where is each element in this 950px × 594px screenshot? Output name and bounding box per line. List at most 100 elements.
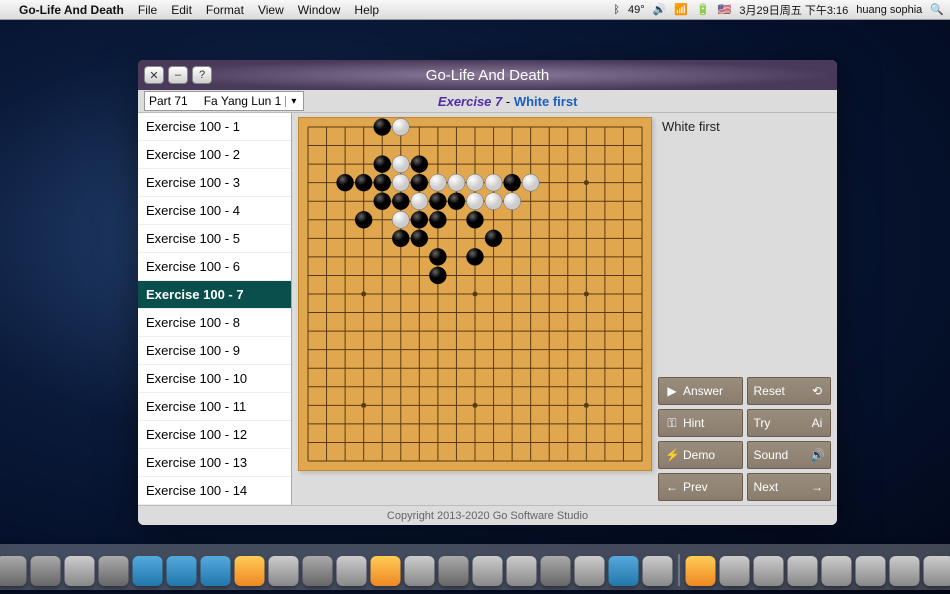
try-button[interactable]: TryAi — [747, 409, 832, 437]
menu-format[interactable]: Format — [199, 3, 251, 17]
dock-safari-icon[interactable] — [167, 556, 197, 586]
dock-app-icon[interactable] — [473, 556, 503, 586]
dock-app-icon[interactable] — [439, 556, 469, 586]
exercise-headline: Exercise 7 - White first — [308, 94, 707, 109]
dock-app-icon[interactable] — [371, 556, 401, 586]
exercise-item[interactable]: Exercise 100 - 4 — [138, 197, 291, 225]
status-wifi-icon[interactable]: 📶 — [674, 3, 688, 16]
dock-terminal-icon[interactable] — [541, 556, 571, 586]
menubar-app-name[interactable]: Go-Life And Death — [12, 3, 131, 17]
dock-min-window[interactable] — [822, 556, 852, 586]
macos-dock[interactable] — [0, 544, 950, 590]
exercise-item[interactable]: Exercise 100 - 1 — [138, 113, 291, 141]
dock-itunes-icon[interactable] — [133, 556, 163, 586]
dock-qq-icon[interactable] — [609, 556, 639, 586]
prev-button[interactable]: ← Prev — [658, 473, 743, 501]
exercise-item[interactable]: Exercise 100 - 7 — [138, 281, 291, 309]
exercise-item[interactable]: Exercise 100 - 14 — [138, 477, 291, 505]
dock-launchpad-icon[interactable] — [0, 556, 27, 586]
dock-app-icon[interactable] — [99, 556, 129, 586]
app-window: ✕ – ? Go-Life And Death Part 71 Fa Yang … — [138, 60, 837, 525]
title-bar: ✕ – ? Go-Life And Death — [138, 60, 837, 90]
dock-min-window[interactable] — [924, 556, 950, 586]
exercise-item[interactable]: Exercise 100 - 13 — [138, 449, 291, 477]
dock-min-window[interactable] — [788, 556, 818, 586]
answer-label: Answer — [683, 384, 736, 398]
part-selector-name: Fa Yang Lun 1 — [204, 94, 282, 108]
go-board[interactable] — [298, 117, 652, 471]
dock-app-icon[interactable] — [269, 556, 299, 586]
menu-help[interactable]: Help — [347, 3, 386, 17]
exercise-item[interactable]: Exercise 100 - 8 — [138, 309, 291, 337]
exercise-item[interactable]: Exercise 100 - 6 — [138, 253, 291, 281]
reset-label: Reset — [754, 384, 807, 398]
help-button[interactable]: ? — [192, 66, 212, 84]
dock-min-window[interactable] — [856, 556, 886, 586]
dock-app-icon[interactable] — [303, 556, 333, 586]
exercise-item[interactable]: Exercise 100 - 10 — [138, 365, 291, 393]
status-battery-icon[interactable]: 🔋 — [696, 3, 710, 16]
headline-who: White first — [514, 94, 578, 109]
close-button[interactable]: ✕ — [144, 66, 164, 84]
dock-min-window[interactable] — [890, 556, 920, 586]
dock-app-icon[interactable] — [337, 556, 367, 586]
toolbar: Part 71 Fa Yang Lun 1 ▾ Exercise 7 - Whi… — [138, 90, 837, 113]
hint-label: Hint — [683, 416, 736, 430]
dock-app-icon[interactable] — [235, 556, 265, 586]
dock-calendar-icon[interactable] — [405, 556, 435, 586]
part-selector[interactable]: Part 71 Fa Yang Lun 1 ▾ — [144, 91, 304, 111]
menu-window[interactable]: Window — [291, 3, 348, 17]
headline-dash: - — [506, 94, 514, 109]
dock-app-icon[interactable] — [507, 556, 537, 586]
status-flag-icon[interactable]: 🇺🇸 — [718, 3, 732, 16]
exercise-item[interactable]: Exercise 100 - 5 — [138, 225, 291, 253]
next-button[interactable]: Next→ — [747, 473, 832, 501]
dock-go-app-icon[interactable] — [686, 556, 716, 586]
part-selector-part: Part 71 — [149, 94, 188, 108]
answer-button[interactable]: ▶Answer — [658, 377, 743, 405]
ai-icon: Ai — [810, 416, 824, 430]
dock-appstore-icon[interactable] — [201, 556, 231, 586]
headline-exercise: Exercise 7 — [438, 94, 502, 109]
dock-min-window[interactable] — [720, 556, 750, 586]
dock-preferences-icon[interactable] — [643, 556, 673, 586]
dock-app-icon[interactable] — [65, 556, 95, 586]
status-user[interactable]: huang sophia — [856, 4, 922, 16]
macos-menubar: Go-Life And Death File Edit Format View … — [0, 0, 950, 20]
key-icon: ⚿ — [665, 416, 679, 431]
reset-button[interactable]: Reset⟲ — [747, 377, 832, 405]
spotlight-icon[interactable]: 🔍 — [930, 3, 944, 16]
turn-label: White first — [658, 117, 831, 136]
demo-button[interactable]: ⚡ Demo — [658, 441, 743, 469]
arrow-right-icon: → — [810, 480, 824, 494]
hint-button[interactable]: ⚿ Hint — [658, 409, 743, 437]
menu-view[interactable]: View — [251, 3, 291, 17]
dock-missioncontrol-icon[interactable] — [31, 556, 61, 586]
exercise-item[interactable]: Exercise 100 - 12 — [138, 421, 291, 449]
exercise-list[interactable]: Exercise 100 - 1Exercise 100 - 2Exercise… — [138, 113, 292, 505]
prev-label: Prev — [683, 480, 736, 494]
dropdown-icon: ▾ — [285, 96, 299, 107]
exercise-item[interactable]: Exercise 100 - 9 — [138, 337, 291, 365]
menu-file[interactable]: File — [131, 3, 164, 17]
sound-button[interactable]: Sound🔊 — [747, 441, 832, 469]
dock-min-window[interactable] — [754, 556, 784, 586]
demo-label: Demo — [683, 448, 736, 462]
menu-edit[interactable]: Edit — [164, 3, 199, 17]
arrow-left-icon: ← — [665, 480, 679, 494]
dock-app-icon[interactable] — [575, 556, 605, 586]
lightning-icon: ⚡ — [665, 448, 679, 462]
status-date[interactable]: 3月29日周五 下午3:16 — [739, 2, 848, 18]
minimize-button[interactable]: – — [168, 66, 188, 84]
footer: Copyright 2013-2020 Go Software Studio — [138, 505, 837, 525]
window-title: Go-Life And Death — [426, 67, 549, 84]
status-temp[interactable]: 49° — [628, 4, 645, 16]
exercise-item[interactable]: Exercise 100 - 2 — [138, 141, 291, 169]
status-bluetooth-icon[interactable]: ᛒ — [613, 4, 620, 16]
exercise-item[interactable]: Exercise 100 - 3 — [138, 169, 291, 197]
status-volume-icon[interactable]: 🔊 — [653, 3, 667, 16]
exercise-item[interactable]: Exercise 100 - 11 — [138, 393, 291, 421]
copyright: Copyright 2013-2020 Go Software Studio — [387, 510, 588, 522]
try-label: Try — [754, 416, 807, 430]
next-label: Next — [754, 480, 807, 494]
